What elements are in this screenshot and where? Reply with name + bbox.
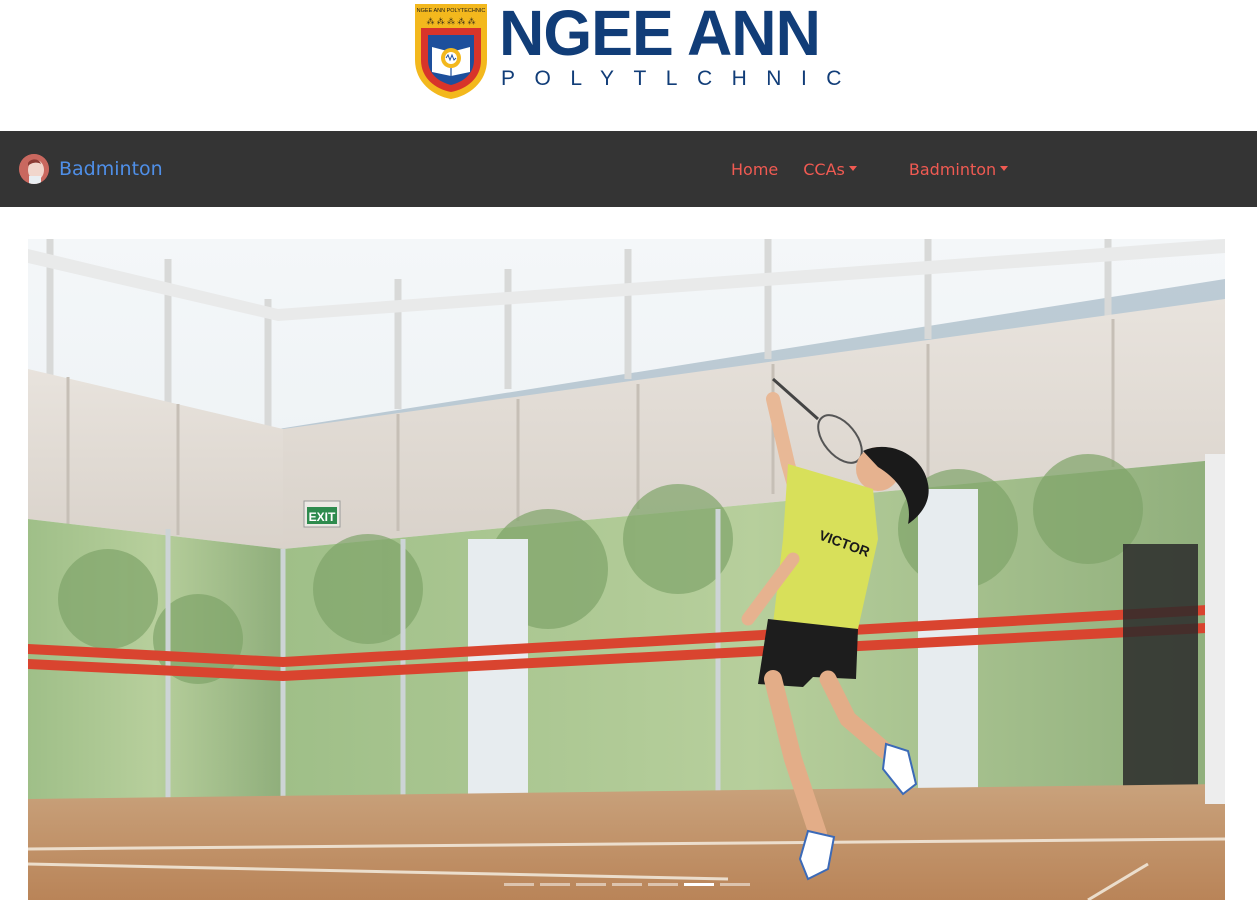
school-crest-icon: NGEE ANN POLYTECHNIC ⁂ ⁂ ⁂ ⁂ ⁂	[415, 4, 487, 99]
nav-dropdown-ccas[interactable]: CCAs	[803, 160, 857, 179]
carousel-indicator[interactable]	[648, 883, 678, 886]
image-carousel[interactable]: EXIT VICTOR	[28, 239, 1225, 900]
carousel-indicator[interactable]	[576, 883, 606, 886]
caret-down-icon	[848, 165, 857, 171]
svg-text:⁂ ⁂ ⁂ ⁂ ⁂: ⁂ ⁂ ⁂ ⁂ ⁂	[427, 17, 476, 26]
main-navbar: Badminton Home CCAs Badminton	[0, 131, 1257, 207]
badminton-avatar-icon	[19, 154, 49, 184]
nav-links: Home CCAs Badminton	[731, 158, 1009, 180]
nav-dropdown-badminton[interactable]: Badminton	[908, 159, 1009, 179]
ngee-ann-polytechnic-logo[interactable]: NGEE ANN POLYTECHNIC ⁂ ⁂ ⁂ ⁂ ⁂ NGEE ANN …	[413, 0, 843, 102]
nav-link-home-label: Home	[731, 159, 779, 179]
nav-link-home[interactable]: Home	[731, 160, 778, 179]
carousel-indicator[interactable]	[504, 883, 534, 886]
exit-sign-text: EXIT	[309, 510, 336, 524]
navbar-brand[interactable]: Badminton	[19, 153, 163, 185]
brand-label: Badminton	[59, 158, 163, 180]
nav-dropdown-badminton-label: Badminton	[908, 159, 997, 179]
carousel-indicator[interactable]	[720, 883, 750, 886]
carousel-indicator[interactable]	[540, 883, 570, 886]
caret-down-icon	[1000, 165, 1009, 171]
carousel-slide-image: EXIT VICTOR	[28, 239, 1225, 900]
logo-subtitle: POLYTLCHNIC	[501, 67, 861, 90]
carousel-indicator[interactable]	[684, 883, 714, 886]
site-header: NGEE ANN POLYTECHNIC ⁂ ⁂ ⁂ ⁂ ⁂ NGEE ANN …	[0, 0, 1257, 131]
nav-dropdown-ccas-label: CCAs	[803, 159, 845, 179]
logo-name: NGEE ANN	[499, 0, 821, 69]
carousel-indicator[interactable]	[612, 883, 642, 886]
carousel-indicators	[504, 883, 750, 886]
crest-text: NGEE ANN POLYTECHNIC	[417, 8, 486, 14]
